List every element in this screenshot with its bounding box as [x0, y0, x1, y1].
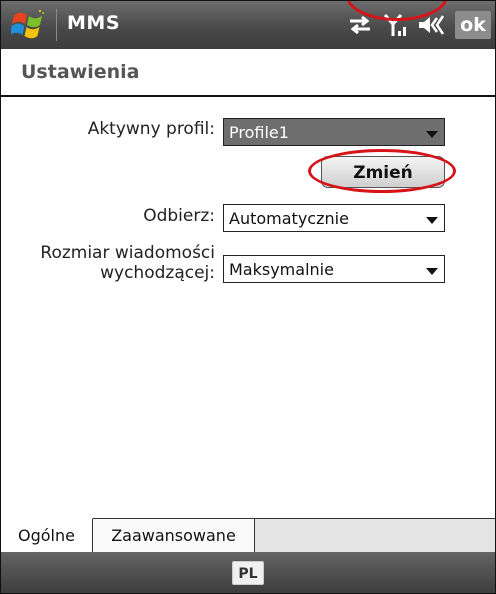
- outgoing-size-label-line1: Rozmiar wiadomości: [40, 243, 215, 263]
- app-title: MMS: [67, 12, 120, 34]
- tab-strip: Ogólne Zaawansowane: [1, 518, 495, 553]
- outgoing-size-label-line2: wychodzącej:: [100, 263, 215, 283]
- input-panel-button[interactable]: PL: [232, 561, 264, 585]
- chevron-down-icon: [426, 131, 438, 138]
- outgoing-size-value: Maksymalnie: [229, 260, 334, 279]
- outgoing-size-label: Rozmiar wiadomości wychodzącej:: [9, 243, 215, 283]
- receive-dropdown[interactable]: Automatycznie: [223, 204, 445, 232]
- title-separator: [56, 9, 57, 41]
- windows-start-logo-icon[interactable]: [11, 8, 47, 42]
- active-profile-label: Aktywny profil:: [87, 119, 215, 139]
- chevron-down-icon: [426, 268, 438, 275]
- heading-divider: [1, 95, 495, 97]
- device-screen: MMS ok Ustawienia Aktywny profil: Profil…: [0, 0, 496, 594]
- bottom-menu-bar: PL: [1, 552, 495, 593]
- receive-value: Automatycznie: [229, 209, 349, 228]
- tab-general[interactable]: Ogólne: [1, 518, 93, 553]
- active-profile-value: Profile1: [229, 123, 289, 142]
- ok-button[interactable]: ok: [455, 11, 491, 39]
- active-profile-dropdown[interactable]: Profile1: [223, 118, 445, 146]
- chevron-down-icon: [426, 217, 438, 224]
- tab-advanced[interactable]: Zaawansowane: [93, 518, 255, 553]
- tab-strip-filler: [255, 519, 495, 553]
- receive-label: Odbierz:: [143, 206, 215, 226]
- outgoing-size-dropdown[interactable]: Maksymalnie: [223, 255, 445, 283]
- highlight-ring-change-button: [308, 149, 456, 193]
- page-title: Ustawienia: [21, 61, 140, 83]
